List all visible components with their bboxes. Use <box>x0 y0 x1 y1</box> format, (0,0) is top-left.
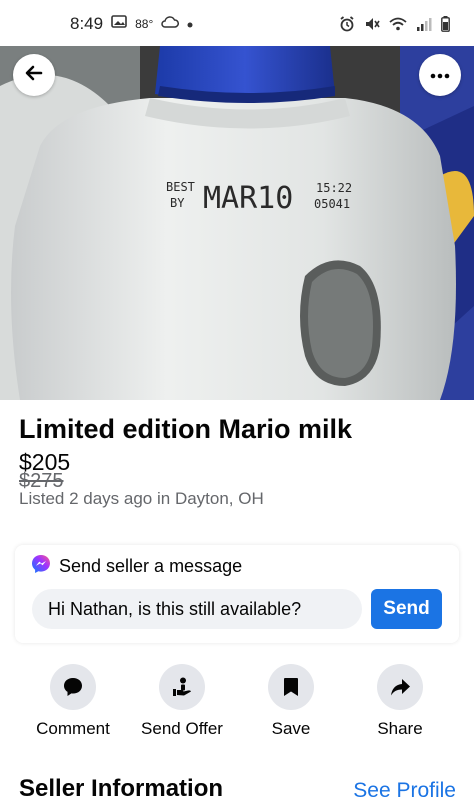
status-left: 8:49 88° <box>70 14 193 34</box>
comment-label: Comment <box>36 719 110 738</box>
listing-meta: Listed 2 days ago in Dayton, OH <box>19 489 264 508</box>
mute-icon <box>364 16 380 37</box>
label-time: 15:22 <box>316 181 352 195</box>
share-icon <box>377 664 423 710</box>
back-button[interactable] <box>13 54 55 96</box>
comment-icon <box>50 664 96 710</box>
photo-icon <box>111 15 127 33</box>
share-label: Share <box>377 719 423 738</box>
listing-title: Limited edition Mario milk <box>19 414 353 444</box>
send-offer-label: Send Offer <box>141 719 223 738</box>
more-horizontal-icon <box>430 66 450 84</box>
more-button[interactable] <box>419 54 461 96</box>
bookmark-icon <box>268 664 314 710</box>
status-temperature: 88° <box>135 17 154 31</box>
comment-button[interactable]: Comment <box>18 664 128 739</box>
dot-icon <box>187 15 193 33</box>
listing-photo[interactable]: BEST BY MAR10 15:22 05041 <box>0 46 474 400</box>
messenger-icon <box>31 554 51 579</box>
label-date: MAR10 <box>203 181 293 216</box>
save-button[interactable]: Save <box>236 664 346 739</box>
offer-icon <box>159 664 205 710</box>
message-header-label: Send seller a message <box>59 556 243 576</box>
message-card: Send seller a message Hi Nathan, is this… <box>15 545 459 643</box>
send-offer-button[interactable]: Send Offer <box>127 664 237 739</box>
message-input[interactable]: Hi Nathan, is this still available? <box>32 589 362 629</box>
label-by: BY <box>170 196 185 210</box>
signal-icon <box>416 17 432 36</box>
alarm-icon <box>339 16 355 37</box>
battery-icon <box>441 16 450 37</box>
status-right <box>339 16 450 37</box>
save-label: Save <box>271 719 311 738</box>
send-button[interactable]: Send <box>371 589 442 629</box>
label-best: BEST <box>166 180 195 194</box>
cloud-icon <box>161 15 180 33</box>
wifi-icon <box>389 17 407 36</box>
label-code: 05041 <box>314 197 350 211</box>
see-profile-link[interactable]: See Profile <box>353 779 456 801</box>
share-button[interactable]: Share <box>345 664 455 739</box>
message-header: Send seller a message <box>31 554 242 579</box>
status-time: 8:49 <box>70 14 104 33</box>
status-bar: 8:49 88° <box>0 0 474 46</box>
action-row: Comment Send Offer Save Share <box>0 664 474 744</box>
arrow-left-icon <box>24 63 44 88</box>
seller-info-title: Seller Information <box>19 775 224 801</box>
milk-jug-illustration: BEST BY MAR10 15:22 05041 <box>0 46 474 400</box>
